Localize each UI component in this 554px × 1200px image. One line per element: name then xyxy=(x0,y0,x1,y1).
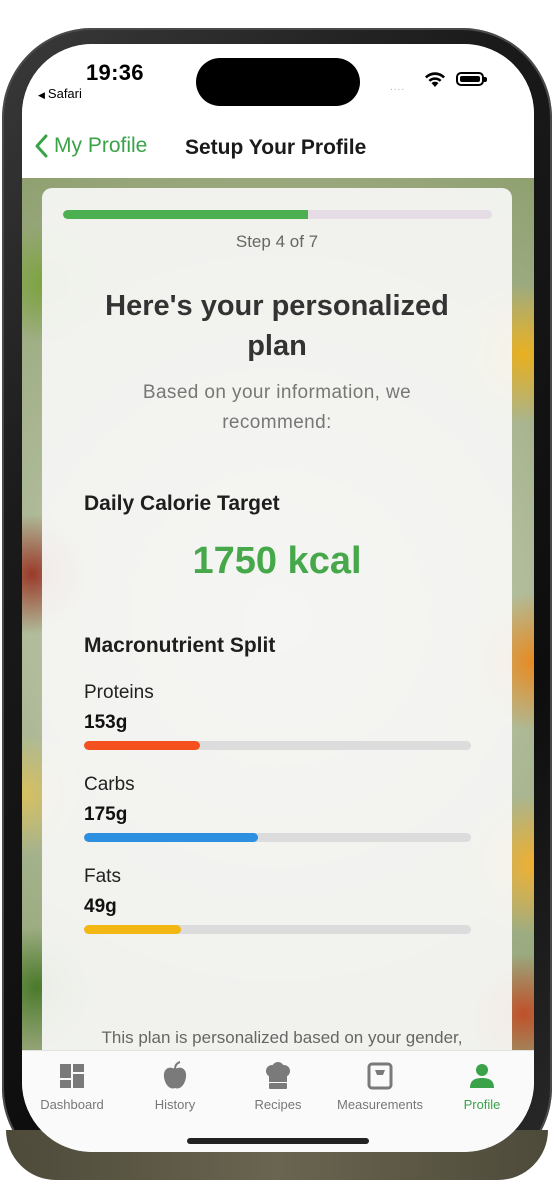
tab-dashboard[interactable]: Dashboard xyxy=(22,1059,122,1112)
back-to-app[interactable]: ◀ Safari xyxy=(38,86,82,101)
tab-label-history: History xyxy=(154,1097,196,1112)
status-time: 19:36 xyxy=(86,60,144,85)
step-indicator: Step 4 of 7 xyxy=(235,232,319,251)
person-icon xyxy=(470,1064,494,1088)
screen: 19:36 ◀ Safari .... My Profile Setup Your… xyxy=(22,44,534,1152)
macro-fill-carbs xyxy=(84,833,259,842)
macro-bar-proteins xyxy=(84,741,471,750)
macro-label-carbs: Carbs xyxy=(84,774,135,795)
macro-bar-fats xyxy=(84,925,471,934)
back-triangle-icon: ◀ xyxy=(38,90,45,100)
tab-recipes[interactable]: Recipes xyxy=(228,1059,328,1112)
plan-card: Step 4 of 7 Here's your personalized pla… xyxy=(42,188,512,1058)
battery-icon xyxy=(456,72,487,86)
tab-history[interactable]: History xyxy=(125,1059,225,1112)
macro-fill-fats xyxy=(84,925,181,934)
macro-fill-proteins xyxy=(84,741,201,750)
calorie-section-title: Daily Calorie Target xyxy=(84,492,280,515)
tab-label-measurements: Measurements xyxy=(337,1097,423,1112)
dynamic-island xyxy=(196,58,360,106)
cellular-signal-icon: .... xyxy=(390,82,406,93)
back-button[interactable]: My Profile xyxy=(34,134,147,158)
calorie-target-value: 1750 kcal xyxy=(192,540,362,582)
progress-fill xyxy=(63,210,308,219)
chef-hat-icon xyxy=(266,1062,290,1089)
macro-label-fats: Fats xyxy=(84,866,121,887)
macro-label-proteins: Proteins xyxy=(84,682,154,703)
dashboard-icon xyxy=(60,1064,84,1088)
page-title: Setup Your Profile xyxy=(185,136,367,159)
plan-subheading: Based on your information, we recommend: xyxy=(142,382,412,433)
macro-bar-carbs xyxy=(84,833,471,842)
chevron-left-icon xyxy=(35,134,48,158)
macro-value-carbs: 175g xyxy=(84,804,128,825)
wifi-icon xyxy=(425,72,445,87)
scale-icon xyxy=(367,1062,393,1090)
status-bar: 19:36 ◀ Safari .... xyxy=(22,44,534,114)
plan-note: This plan is personalized based on your … xyxy=(101,1028,463,1047)
home-indicator[interactable] xyxy=(187,1138,369,1144)
plan-heading: Here's your personalized plan xyxy=(105,290,449,362)
tab-label-profile: Profile xyxy=(463,1097,501,1112)
tab-bar: Dashboard History Recipes Measurements P… xyxy=(22,1050,534,1152)
macro-value-proteins: 153g xyxy=(84,712,128,733)
apple-icon xyxy=(163,1061,187,1089)
progress-bar xyxy=(63,210,492,219)
background-image: Step 4 of 7 Here's your personalized pla… xyxy=(22,178,534,1058)
navigation-bar: My Profile Setup Your Profile xyxy=(22,114,534,178)
tab-profile[interactable]: Profile xyxy=(432,1059,532,1112)
macro-section-title: Macronutrient Split xyxy=(84,634,276,657)
tab-measurements[interactable]: Measurements xyxy=(330,1059,430,1112)
tab-label-dashboard: Dashboard xyxy=(40,1097,104,1112)
back-app-label: Safari xyxy=(47,86,82,101)
back-button-label: My Profile xyxy=(54,134,148,157)
tab-label-recipes: Recipes xyxy=(254,1097,302,1112)
macro-value-fats: 49g xyxy=(84,896,117,917)
